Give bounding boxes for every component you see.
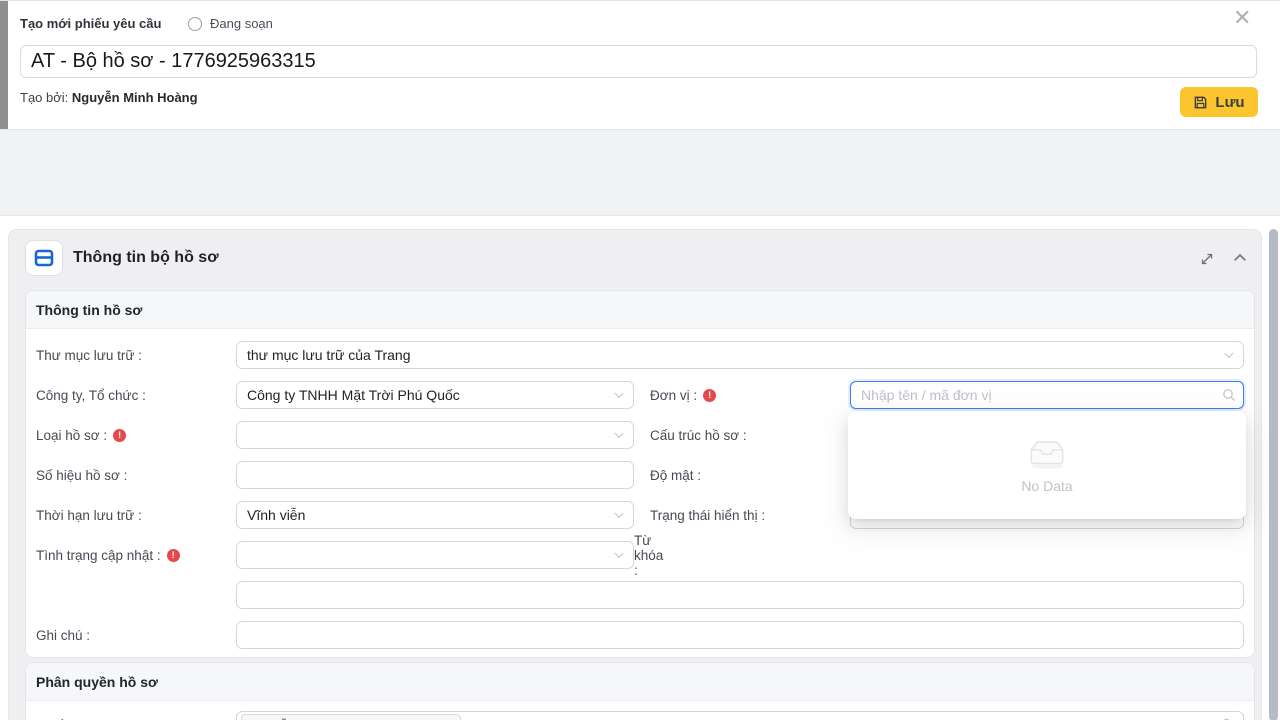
folder-select-value: thư mục lưu trữ của Trang xyxy=(247,347,411,363)
request-meta-bar: Nhóm yêu cầu : Quản lý yêu cầu xử lý hồ … xyxy=(0,129,1280,333)
panel-title: Thông tin bộ hồ sơ xyxy=(73,249,219,266)
required-icon: ! xyxy=(703,388,717,402)
create-request-modal: Tạo mới phiếu yêu cầu Đang soạn ✕ Tạo bở… xyxy=(0,0,1280,720)
chevron-down-icon xyxy=(614,512,624,519)
dossier-section-icon xyxy=(34,249,54,267)
retention-select[interactable]: Vĩnh viễn xyxy=(236,501,634,529)
doc-number-input[interactable] xyxy=(236,461,634,489)
notes-input[interactable] xyxy=(236,621,1244,649)
update-status-select[interactable] xyxy=(236,541,634,569)
notes-label: Ghi chú : xyxy=(36,627,91,643)
chevron-down-icon xyxy=(614,432,624,439)
status-radio-label: Đang soạn xyxy=(210,16,273,31)
owner-tag: Nguyễn Minh Hoàng (Giám đốc) × xyxy=(241,714,461,720)
created-by-label: Tạo bởi: xyxy=(20,90,69,105)
created-by-name: Nguyễn Minh Hoàng xyxy=(71,90,198,105)
required-icon: ! xyxy=(113,428,127,442)
owner-label: Quyền owner : xyxy=(36,711,236,720)
doc-type-label: Loại hồ sơ :! xyxy=(36,421,236,449)
folder-label: Thư mục lưu trữ : xyxy=(36,347,142,363)
chevron-down-icon xyxy=(614,552,624,559)
unit-search-input[interactable] xyxy=(850,381,1244,409)
ticket-name-input[interactable] xyxy=(20,45,1257,78)
keywords-input[interactable] xyxy=(236,581,1244,609)
company-label: Công ty, Tổ chức : xyxy=(36,387,146,403)
close-icon[interactable]: ✕ xyxy=(1233,7,1251,29)
panel-header: Thông tin bộ hồ sơ xyxy=(9,230,1261,288)
search-icon xyxy=(1223,389,1235,401)
company-select[interactable]: Công ty TNHH Mặt Trời Phú Quốc xyxy=(236,381,634,409)
section-icon-box xyxy=(25,240,63,276)
expand-icon[interactable] xyxy=(1199,251,1215,267)
scrollbar-thumb[interactable] xyxy=(1269,229,1278,720)
permissions-card: Phân quyền hồ sơ Quyền owner : Nguyễn Mi… xyxy=(25,662,1255,720)
unit-search-field xyxy=(850,381,1244,409)
empty-box-icon xyxy=(1030,441,1064,469)
unit-dropdown: No Data xyxy=(848,411,1246,519)
doc-type-select[interactable] xyxy=(236,421,634,449)
keywords-label: Từ khóa : xyxy=(634,532,664,578)
modal-title: Tạo mới phiếu yêu cầu xyxy=(20,16,162,31)
required-icon: ! xyxy=(166,548,180,562)
created-by: Tạo bởi: Nguyễn Minh Hoàng xyxy=(20,90,198,105)
dossier-info-card-header: Thông tin hồ sơ xyxy=(26,291,1254,329)
company-select-value: Công ty TNHH Mặt Trời Phú Quốc xyxy=(247,387,460,403)
confidentiality-label: Độ mật : xyxy=(650,467,702,483)
radio-circle-icon xyxy=(188,16,202,31)
status-radio[interactable]: Đang soạn xyxy=(188,16,273,31)
owner-multiselect[interactable]: Nguyễn Minh Hoàng (Giám đốc) × xyxy=(236,711,1244,720)
permissions-card-header: Phân quyền hồ sơ xyxy=(26,663,1254,701)
unit-label: Đơn vị :! xyxy=(650,381,850,409)
update-status-label: Tình trạng cập nhật :! xyxy=(36,541,236,569)
retention-label: Thời hạn lưu trữ : xyxy=(36,507,142,523)
structure-label: Cấu trúc hồ sơ : xyxy=(650,427,747,443)
retention-select-value: Vĩnh viễn xyxy=(247,507,306,523)
doc-number-label: Số hiệu hồ sơ : xyxy=(36,467,128,483)
chevron-down-icon xyxy=(1224,352,1234,359)
save-button[interactable]: Lưu xyxy=(1180,87,1258,117)
chevron-down-icon xyxy=(614,392,624,399)
folder-select[interactable]: thư mục lưu trữ của Trang xyxy=(236,341,1244,369)
no-data-text: No Data xyxy=(1021,478,1073,494)
left-edge-strip xyxy=(0,1,8,129)
owner-row: Quyền owner : Nguyễn Minh Hoàng (Giám đố… xyxy=(26,701,1254,720)
save-floppy-icon xyxy=(1195,96,1207,108)
display-status-label: Trạng thái hiển thị : xyxy=(650,507,766,523)
collapse-chevron-icon[interactable] xyxy=(1233,251,1247,265)
save-button-label: Lưu xyxy=(1215,93,1245,111)
